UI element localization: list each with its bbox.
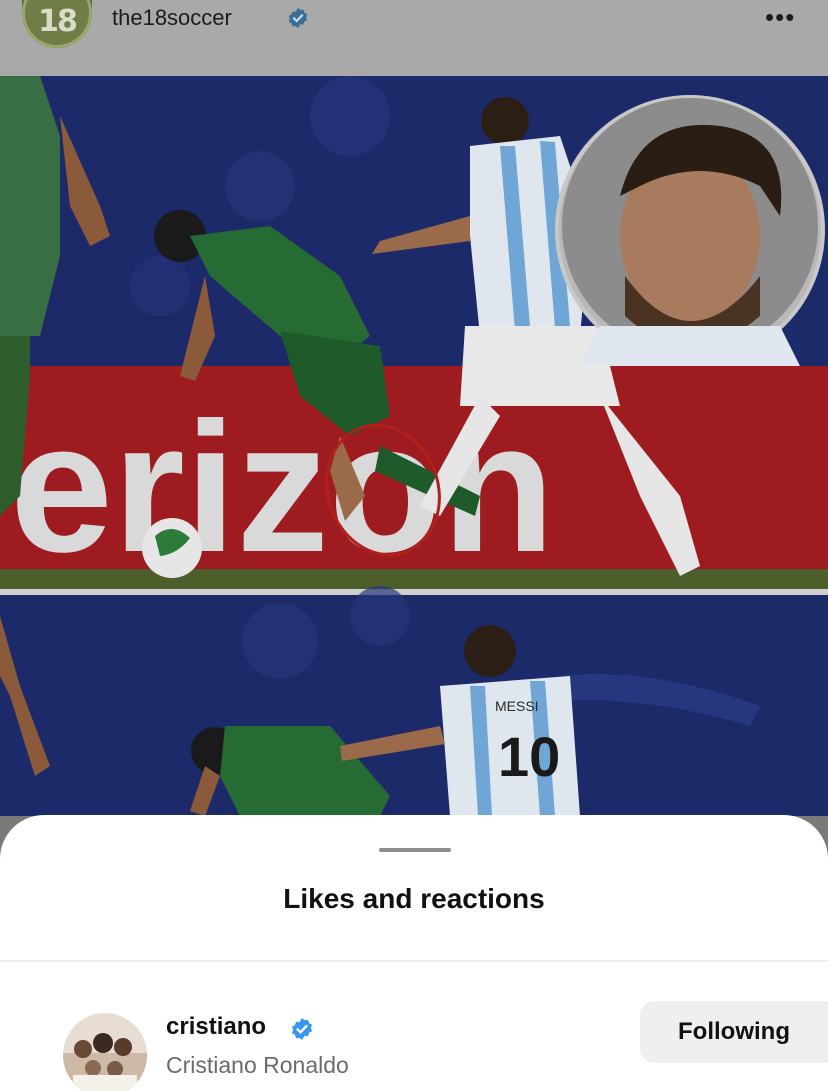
verified-badge-icon	[292, 1018, 312, 1040]
sheet-divider	[0, 960, 828, 962]
post-photo[interactable]: erizon MESSI 10	[0, 76, 828, 816]
post-header: 18 the18soccer •••	[0, 0, 828, 76]
jersey-number: 10	[498, 725, 560, 788]
verified-badge-icon	[288, 7, 308, 29]
following-button[interactable]: Following	[640, 1001, 828, 1063]
liker-username[interactable]: cristiano	[166, 1013, 266, 1041]
liker-full-name: Cristiano Ronaldo	[166, 1052, 349, 1078]
sheet-grabber[interactable]	[379, 848, 451, 852]
likes-sheet: Likes and reactions cristiano Cristiano …	[0, 815, 828, 1091]
avatar-logo: 18	[38, 4, 78, 39]
more-options-icon[interactable]: •••	[765, 2, 795, 33]
list-item[interactable]: cristiano Cristiano Ronaldo Following	[0, 1001, 828, 1091]
account-username[interactable]: the18soccer	[112, 5, 232, 31]
user-avatar[interactable]	[63, 1013, 147, 1091]
account-avatar[interactable]: 18	[22, 0, 92, 48]
sheet-title: Likes and reactions	[283, 883, 545, 914]
jersey-name: MESSI	[495, 698, 539, 714]
